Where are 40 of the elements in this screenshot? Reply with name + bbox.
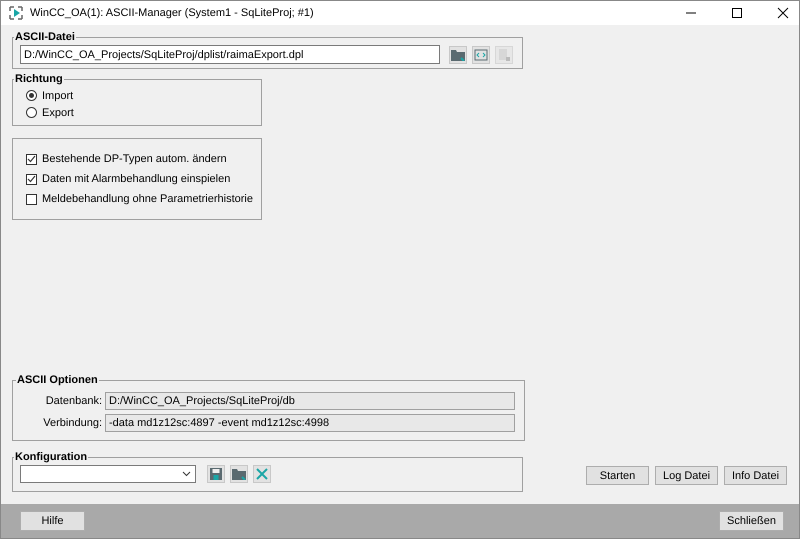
radio-button[interactable] <box>26 90 37 101</box>
checkbox-label: Daten mit Alarmbehandlung einspielen <box>42 173 230 185</box>
save-icon <box>209 467 223 481</box>
window-title: WinCC_OA(1): ASCII-Manager (System1 - SqLiteProj; #1) <box>30 7 314 19</box>
open-folder-button[interactable] <box>449 46 467 64</box>
radio-button[interactable] <box>26 107 37 118</box>
checkbox-label: Bestehende DP-Typen autom. ändern <box>42 153 227 165</box>
group-title: Konfiguration <box>14 451 88 463</box>
readonly-field: D:/WinCC_OA_Projects/SqLiteProj/db <box>105 392 515 410</box>
folder-icon <box>451 48 465 60</box>
field-label: Datenbank: <box>44 395 102 407</box>
action-button[interactable]: Log Datei <box>655 466 718 485</box>
folder-icon <box>232 468 246 480</box>
close-icon <box>256 468 268 480</box>
group-title: ASCII-Datei <box>14 31 76 43</box>
chevron-down-icon <box>182 471 191 477</box>
action-button[interactable]: Starten <box>586 466 649 485</box>
script-icon <box>474 48 488 60</box>
edit-file-button[interactable] <box>472 46 490 64</box>
maximize-icon[interactable] <box>731 7 743 19</box>
checkbox[interactable] <box>26 154 37 164</box>
open-folder-button[interactable] <box>230 465 248 483</box>
radio-label: Export <box>42 106 74 118</box>
document-icon <box>497 48 511 62</box>
close-button[interactable]: Schließen <box>719 511 784 531</box>
help-button[interactable]: Hilfe <box>20 511 85 531</box>
close-icon[interactable] <box>777 7 789 19</box>
action-button[interactable]: Info Datei <box>724 466 787 485</box>
group-title: Richtung <box>14 73 64 85</box>
field-label: Verbindung: <box>42 417 102 429</box>
checkbox[interactable] <box>26 194 37 204</box>
checkbox[interactable] <box>26 174 37 184</box>
app-icon <box>8 5 24 21</box>
radio-label: Import <box>42 90 74 102</box>
checkbox-label: Meldebehandlung ohne Parametrierhistorie <box>42 193 253 205</box>
configuration-dropdown[interactable] <box>20 465 196 483</box>
readonly-field: -data md1z12sc:4897 -event md1z12sc:4998 <box>105 414 515 432</box>
group-title: ASCII Optionen <box>16 374 99 386</box>
save-button[interactable] <box>207 465 225 483</box>
file-path-field[interactable]: D:/WinCC_OA_Projects/SqLiteProj/dplist/raimaExport.dpl <box>20 45 440 64</box>
